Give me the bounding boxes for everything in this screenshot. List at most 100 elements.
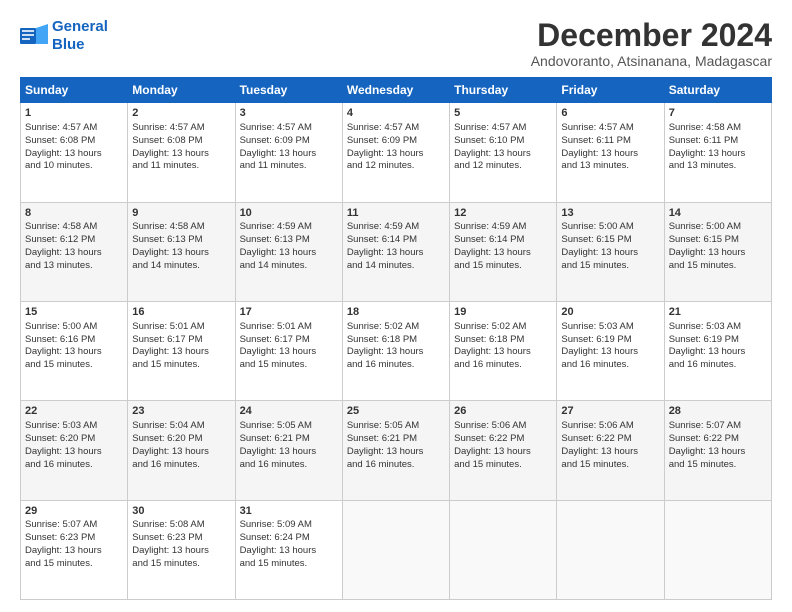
calendar-week-4: 22Sunrise: 5:03 AMSunset: 6:20 PMDayligh…	[21, 401, 772, 500]
sunrise-text: Sunrise: 5:09 AM	[240, 519, 312, 530]
sunset-text: Sunset: 6:22 PM	[561, 433, 631, 444]
day-number: 15	[25, 305, 123, 320]
sunrise-text: Sunrise: 4:58 AM	[669, 122, 741, 133]
calendar-cell: 23Sunrise: 5:04 AMSunset: 6:20 PMDayligh…	[128, 401, 235, 500]
sunrise-text: Sunrise: 4:59 AM	[240, 221, 312, 232]
calendar-cell: 22Sunrise: 5:03 AMSunset: 6:20 PMDayligh…	[21, 401, 128, 500]
sunset-text: Sunset: 6:13 PM	[240, 234, 310, 245]
day-number: 30	[132, 504, 230, 519]
calendar-cell: 10Sunrise: 4:59 AMSunset: 6:13 PMDayligh…	[235, 202, 342, 301]
daylight-text: Daylight: 13 hours	[669, 346, 746, 357]
calendar-cell: 2Sunrise: 4:57 AMSunset: 6:08 PMDaylight…	[128, 103, 235, 202]
day-number: 27	[561, 404, 659, 419]
calendar-cell: 3Sunrise: 4:57 AMSunset: 6:09 PMDaylight…	[235, 103, 342, 202]
calendar-cell: 6Sunrise: 4:57 AMSunset: 6:11 PMDaylight…	[557, 103, 664, 202]
calendar-cell: 1Sunrise: 4:57 AMSunset: 6:08 PMDaylight…	[21, 103, 128, 202]
daylight-minutes-text: and 14 minutes.	[240, 260, 308, 271]
day-number: 10	[240, 206, 338, 221]
sunrise-text: Sunrise: 4:57 AM	[561, 122, 633, 133]
sunset-text: Sunset: 6:17 PM	[240, 334, 310, 345]
sunrise-text: Sunrise: 5:07 AM	[669, 420, 741, 431]
calendar-cell: 13Sunrise: 5:00 AMSunset: 6:15 PMDayligh…	[557, 202, 664, 301]
day-number: 14	[669, 206, 767, 221]
day-number: 29	[25, 504, 123, 519]
sunrise-text: Sunrise: 5:01 AM	[240, 321, 312, 332]
daylight-text: Daylight: 13 hours	[454, 446, 531, 457]
daylight-minutes-text: and 16 minutes.	[347, 359, 415, 370]
sunrise-text: Sunrise: 4:57 AM	[25, 122, 97, 133]
daylight-text: Daylight: 13 hours	[25, 346, 102, 357]
logo-text: General Blue	[52, 18, 108, 54]
sunrise-text: Sunrise: 5:06 AM	[454, 420, 526, 431]
daylight-text: Daylight: 13 hours	[454, 148, 531, 159]
daylight-minutes-text: and 16 minutes.	[132, 459, 200, 470]
sunrise-text: Sunrise: 5:08 AM	[132, 519, 204, 530]
daylight-text: Daylight: 13 hours	[561, 346, 638, 357]
day-number: 18	[347, 305, 445, 320]
calendar-table: SundayMondayTuesdayWednesdayThursdayFrid…	[20, 77, 772, 600]
calendar-cell: 31Sunrise: 5:09 AMSunset: 6:24 PMDayligh…	[235, 500, 342, 599]
sunset-text: Sunset: 6:08 PM	[25, 135, 95, 146]
location: Andovoranto, Atsinanana, Madagascar	[531, 53, 772, 69]
daylight-minutes-text: and 13 minutes.	[669, 160, 737, 171]
sunrise-text: Sunrise: 5:04 AM	[132, 420, 204, 431]
calendar-cell	[450, 500, 557, 599]
calendar-cell: 16Sunrise: 5:01 AMSunset: 6:17 PMDayligh…	[128, 301, 235, 400]
sunset-text: Sunset: 6:19 PM	[669, 334, 739, 345]
daylight-text: Daylight: 13 hours	[132, 247, 209, 258]
sunrise-text: Sunrise: 5:00 AM	[25, 321, 97, 332]
daylight-text: Daylight: 13 hours	[25, 446, 102, 457]
daylight-text: Daylight: 13 hours	[132, 446, 209, 457]
sunrise-text: Sunrise: 5:06 AM	[561, 420, 633, 431]
calendar-week-2: 8Sunrise: 4:58 AMSunset: 6:12 PMDaylight…	[21, 202, 772, 301]
calendar-cell: 14Sunrise: 5:00 AMSunset: 6:15 PMDayligh…	[664, 202, 771, 301]
sunset-text: Sunset: 6:16 PM	[25, 334, 95, 345]
logo-line1: General	[52, 18, 108, 35]
calendar-cell: 29Sunrise: 5:07 AMSunset: 6:23 PMDayligh…	[21, 500, 128, 599]
daylight-minutes-text: and 14 minutes.	[132, 260, 200, 271]
daylight-text: Daylight: 13 hours	[240, 446, 317, 457]
daylight-text: Daylight: 13 hours	[132, 545, 209, 556]
sunrise-text: Sunrise: 4:57 AM	[132, 122, 204, 133]
sunset-text: Sunset: 6:09 PM	[347, 135, 417, 146]
daylight-text: Daylight: 13 hours	[347, 148, 424, 159]
sunset-text: Sunset: 6:23 PM	[25, 532, 95, 543]
calendar-cell: 11Sunrise: 4:59 AMSunset: 6:14 PMDayligh…	[342, 202, 449, 301]
sunset-text: Sunset: 6:21 PM	[240, 433, 310, 444]
day-number: 24	[240, 404, 338, 419]
calendar-week-5: 29Sunrise: 5:07 AMSunset: 6:23 PMDayligh…	[21, 500, 772, 599]
daylight-text: Daylight: 13 hours	[132, 148, 209, 159]
calendar-cell: 12Sunrise: 4:59 AMSunset: 6:14 PMDayligh…	[450, 202, 557, 301]
calendar-week-1: 1Sunrise: 4:57 AMSunset: 6:08 PMDaylight…	[21, 103, 772, 202]
day-number: 19	[454, 305, 552, 320]
sunrise-text: Sunrise: 5:05 AM	[347, 420, 419, 431]
calendar-cell: 19Sunrise: 5:02 AMSunset: 6:18 PMDayligh…	[450, 301, 557, 400]
sunrise-text: Sunrise: 4:58 AM	[25, 221, 97, 232]
daylight-text: Daylight: 13 hours	[669, 247, 746, 258]
calendar-header-saturday: Saturday	[664, 78, 771, 103]
sunset-text: Sunset: 6:17 PM	[132, 334, 202, 345]
sunset-text: Sunset: 6:09 PM	[240, 135, 310, 146]
daylight-text: Daylight: 13 hours	[561, 148, 638, 159]
daylight-text: Daylight: 13 hours	[240, 545, 317, 556]
day-number: 2	[132, 106, 230, 121]
calendar-cell: 25Sunrise: 5:05 AMSunset: 6:21 PMDayligh…	[342, 401, 449, 500]
calendar-cell: 7Sunrise: 4:58 AMSunset: 6:11 PMDaylight…	[664, 103, 771, 202]
calendar-cell: 28Sunrise: 5:07 AMSunset: 6:22 PMDayligh…	[664, 401, 771, 500]
daylight-minutes-text: and 11 minutes.	[132, 160, 199, 171]
daylight-minutes-text: and 13 minutes.	[25, 260, 93, 271]
page: General Blue December 2024 Andovoranto, …	[0, 0, 792, 612]
sunset-text: Sunset: 6:14 PM	[347, 234, 417, 245]
daylight-minutes-text: and 13 minutes.	[561, 160, 629, 171]
day-number: 21	[669, 305, 767, 320]
calendar-week-3: 15Sunrise: 5:00 AMSunset: 6:16 PMDayligh…	[21, 301, 772, 400]
sunrise-text: Sunrise: 4:57 AM	[454, 122, 526, 133]
sunset-text: Sunset: 6:10 PM	[454, 135, 524, 146]
daylight-minutes-text: and 15 minutes.	[240, 359, 308, 370]
calendar-cell: 20Sunrise: 5:03 AMSunset: 6:19 PMDayligh…	[557, 301, 664, 400]
sunset-text: Sunset: 6:20 PM	[25, 433, 95, 444]
sunset-text: Sunset: 6:15 PM	[669, 234, 739, 245]
daylight-minutes-text: and 15 minutes.	[454, 260, 522, 271]
title-block: December 2024 Andovoranto, Atsinanana, M…	[531, 18, 772, 69]
sunrise-text: Sunrise: 4:59 AM	[347, 221, 419, 232]
